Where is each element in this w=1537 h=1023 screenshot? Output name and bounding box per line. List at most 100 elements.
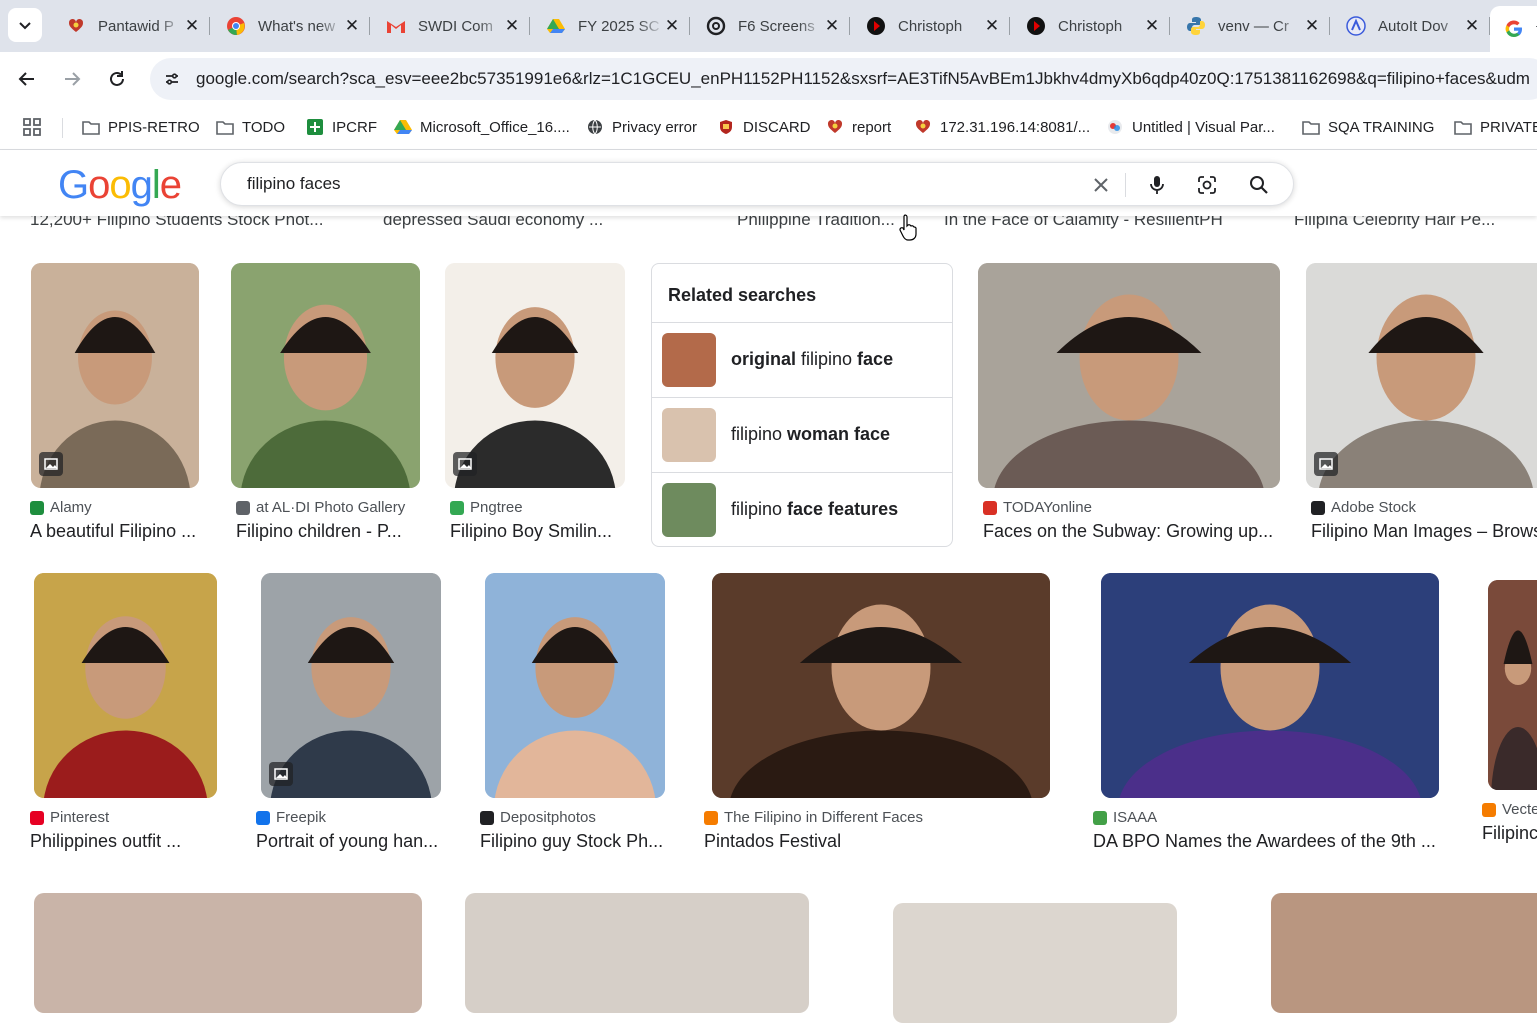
result-thumbnail[interactable] [712, 573, 1050, 798]
result-title[interactable]: Filipino guy Stock Ph... [480, 831, 663, 852]
reload-button[interactable] [100, 62, 134, 96]
tab-10[interactable]: fi [1490, 6, 1537, 52]
result-thumbnail[interactable] [978, 263, 1280, 488]
related-search-item[interactable]: original filipino face [652, 322, 952, 397]
result-title[interactable]: Pintados Festival [704, 831, 841, 852]
result-title[interactable]: A beautiful Filipino ... [30, 521, 196, 542]
tab-3[interactable]: SWDI Com ✕ [372, 8, 530, 44]
tab-search-button[interactable] [8, 8, 42, 42]
forward-button[interactable] [55, 62, 89, 96]
result-thumbnail[interactable] [261, 573, 441, 798]
result-source[interactable]: TODAYonline [983, 499, 1092, 516]
result-source[interactable]: ISAAA [1093, 809, 1157, 826]
result-title[interactable]: Filipinc [1482, 823, 1537, 844]
close-tab-icon[interactable]: ✕ [984, 17, 1000, 34]
visual-icon [1106, 118, 1124, 136]
arrow-left-icon [18, 72, 34, 86]
tab-7[interactable]: Christoph ✕ [1012, 8, 1170, 44]
bookmark-8[interactable]: 172.31.196.14:8081/... [914, 116, 1090, 138]
tab-5[interactable]: F6 Screens ✕ [692, 8, 850, 44]
result-source[interactable]: Adobe Stock [1311, 499, 1416, 516]
close-tab-icon[interactable]: ✕ [184, 17, 200, 34]
bookmark-7[interactable]: report [826, 116, 891, 138]
heart-icon [914, 118, 932, 136]
tab-title: What's new [258, 17, 336, 35]
image-badge-icon [1314, 452, 1338, 476]
clear-search-button[interactable] [1089, 173, 1113, 197]
bookmark-1[interactable]: PPIS-RETRO [82, 116, 200, 138]
result-thumbnail[interactable] [1306, 263, 1537, 488]
result-source[interactable]: Freepik [256, 809, 326, 826]
bookmark-label: report [852, 118, 892, 136]
apps-button[interactable] [22, 116, 42, 138]
result-thumbnail[interactable] [1101, 573, 1439, 798]
related-search-item[interactable]: filipino woman face [652, 397, 952, 472]
close-tab-icon[interactable]: ✕ [1464, 17, 1480, 34]
result-source[interactable]: Alamy [30, 499, 92, 516]
result-thumbnail[interactable] [445, 263, 625, 488]
result-source[interactable]: at AL·DI Photo Gallery [236, 499, 405, 516]
google-logo[interactable]: Google [58, 163, 182, 208]
image-search-button[interactable] [1195, 173, 1219, 197]
bookmark-6[interactable]: DISCARD [717, 116, 811, 138]
tab-separator [1169, 17, 1170, 35]
close-tab-icon[interactable]: ✕ [824, 17, 840, 34]
openai-icon [706, 16, 726, 36]
bookmark-separator [62, 118, 63, 138]
search-button[interactable] [1247, 173, 1271, 197]
close-tab-icon[interactable]: ✕ [504, 17, 520, 34]
close-tab-icon[interactable]: ✕ [1304, 17, 1320, 34]
voice-search-button[interactable] [1145, 173, 1169, 197]
source-name: Pngtree [470, 499, 523, 516]
bookmark-5[interactable]: Privacy error [586, 116, 697, 138]
result-source[interactable]: Pngtree [450, 499, 523, 516]
bookmark-2[interactable]: TODO [216, 116, 285, 138]
result-source[interactable]: Vecte [1482, 801, 1537, 818]
result-title[interactable]: Faces on the Subway: Growing up... [983, 521, 1273, 542]
result-title[interactable]: Portrait of young han... [256, 831, 438, 852]
result-thumbnail[interactable] [34, 893, 422, 1013]
source-favicon-icon [704, 810, 718, 825]
bookmark-label: IPCRF [332, 118, 377, 136]
result-title[interactable]: Filipino children - P... [236, 521, 402, 542]
bookmark-9[interactable]: Untitled | Visual Par... [1106, 116, 1275, 138]
tab-8[interactable]: venv — Cr ✕ [1172, 8, 1330, 44]
site-info-icon[interactable] [160, 67, 184, 91]
search-input[interactable] [245, 173, 1065, 195]
result-title[interactable]: Philippines outfit ... [30, 831, 181, 852]
tab-1[interactable]: Pantawid P ✕ [52, 8, 210, 44]
bookmark-4[interactable]: Microsoft_Office_16.... [394, 116, 570, 138]
result-title[interactable]: DA BPO Names the Awardees of the 9th ... [1093, 831, 1436, 852]
result-thumbnail[interactable] [1271, 893, 1537, 1013]
close-tab-icon[interactable]: ✕ [664, 17, 680, 34]
result-thumbnail[interactable] [1488, 580, 1537, 790]
result-source[interactable]: Pinterest [30, 809, 109, 826]
source-name: TODAYonline [1003, 499, 1092, 516]
result-thumbnail[interactable] [231, 263, 420, 488]
result-thumbnail[interactable] [31, 263, 199, 488]
result-title[interactable]: Filipino Boy Smilin... [450, 521, 612, 542]
bookmark-label: Untitled | Visual Par... [1132, 118, 1275, 136]
result-thumbnail[interactable] [465, 893, 809, 1013]
tab-9[interactable]: AutoIt Dov ✕ [1332, 8, 1490, 44]
result-source[interactable]: The Filipino in Different Faces [704, 809, 923, 826]
result-thumbnail[interactable] [485, 573, 665, 798]
close-tab-icon[interactable]: ✕ [344, 17, 360, 34]
result-thumbnail[interactable] [893, 903, 1177, 1023]
youtube-red-icon [1026, 16, 1046, 36]
bookmark-11[interactable]: PRIVATE [1454, 116, 1537, 138]
address-bar[interactable]: google.com/search?sca_esv=eee2bc57351991… [150, 58, 1537, 100]
folder-icon [1454, 118, 1472, 136]
tab-2[interactable]: What's new ✕ [212, 8, 370, 44]
result-source[interactable]: Depositphotos [480, 809, 596, 826]
bookmark-3[interactable]: IPCRF [306, 116, 377, 138]
bookmark-10[interactable]: SQA TRAINING [1302, 116, 1434, 138]
result-thumbnail[interactable] [34, 573, 217, 798]
tab-title: Pantawid P [98, 17, 174, 35]
related-search-item[interactable]: filipino face features [652, 472, 952, 547]
close-tab-icon[interactable]: ✕ [1144, 17, 1160, 34]
tab-6[interactable]: Christoph ✕ [852, 8, 1010, 44]
result-title[interactable]: Filipino Man Images – Brows [1311, 521, 1537, 542]
back-button[interactable] [10, 62, 44, 96]
tab-4[interactable]: FY 2025 SC ✕ [532, 8, 690, 44]
